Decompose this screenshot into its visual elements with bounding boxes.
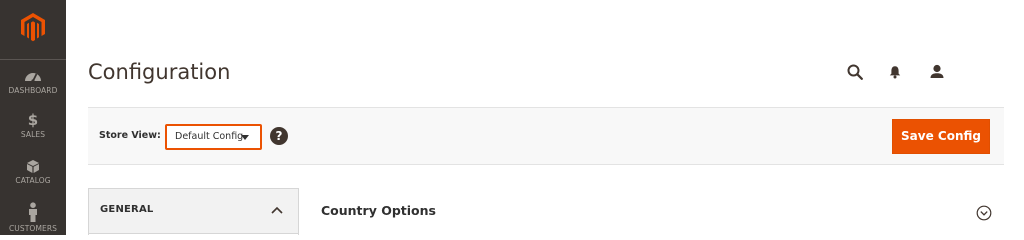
store-view-value: Default Config <box>175 131 244 142</box>
store-view-select[interactable]: Default Config <box>165 124 262 150</box>
dollar-icon: $ <box>27 111 39 129</box>
sidebar-item-dashboard[interactable]: DASHBOARD <box>0 68 66 95</box>
save-config-button[interactable]: Save Config <box>892 119 990 154</box>
admin-sidebar: DASHBOARD $ SALES CATALOG CUSTOMERS <box>0 0 66 235</box>
sidebar-divider <box>0 59 66 60</box>
sidebar-item-customers[interactable]: CUSTOMERS <box>0 202 66 233</box>
tab-general-label: GENERAL <box>100 204 154 215</box>
search-icon[interactable] <box>846 63 864 81</box>
section-title-country-options[interactable]: Country Options <box>321 203 436 218</box>
bell-icon[interactable] <box>886 63 904 81</box>
store-view-label: Store View: <box>99 130 161 141</box>
help-icon[interactable]: ? <box>270 127 288 145</box>
user-icon[interactable] <box>928 63 946 81</box>
dashboard-icon <box>0 68 66 84</box>
sidebar-item-label: DASHBOARD <box>8 86 58 95</box>
sidebar-item-catalog[interactable]: CATALOG <box>0 158 66 185</box>
store-switcher-toolbar: Store View: Default Config ? Save Config <box>88 107 1004 165</box>
chevron-up-icon <box>270 203 284 217</box>
person-icon <box>0 202 66 222</box>
sidebar-item-label: CUSTOMERS <box>8 224 58 233</box>
tab-general[interactable]: GENERAL <box>89 189 298 234</box>
box-icon <box>0 158 66 174</box>
magento-logo[interactable] <box>0 0 66 54</box>
config-tabs-panel: GENERAL <box>88 188 299 235</box>
caret-down-icon <box>241 135 249 140</box>
sidebar-item-sales[interactable]: $ SALES <box>0 112 66 139</box>
sidebar-item-label: CATALOG <box>15 176 51 185</box>
chevron-down-circle-icon[interactable] <box>976 205 992 221</box>
page-title: Configuration <box>88 60 231 84</box>
sidebar-item-label: SALES <box>20 130 46 139</box>
magento-logo-icon <box>21 13 45 42</box>
